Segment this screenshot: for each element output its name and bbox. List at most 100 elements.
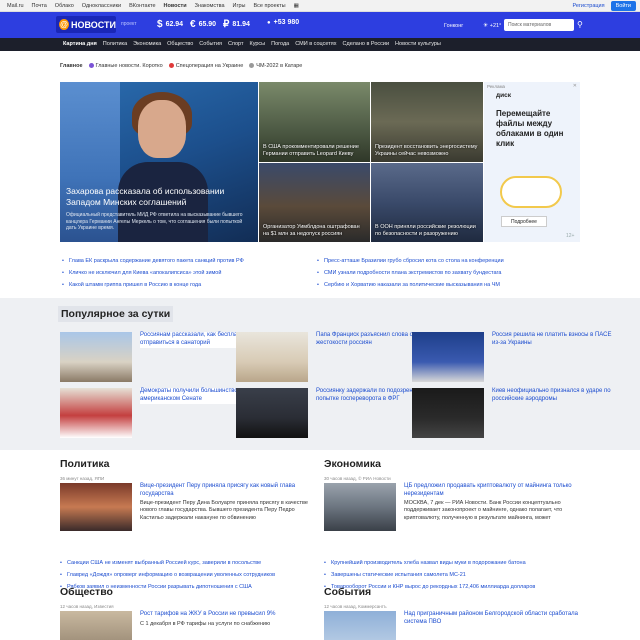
news-link[interactable]: Кличко не исключил для Киева «апокалипси… [62, 267, 244, 279]
topbar-link-mail[interactable]: Почта [32, 3, 47, 9]
nav-economy[interactable]: Экономика [133, 41, 161, 47]
register-link[interactable]: Регистрация [572, 3, 604, 9]
search-icon[interactable]: ⚲ [577, 20, 583, 29]
nav-events[interactable]: События [199, 41, 222, 47]
society-section: Общество 12 часов назад, Известия Рост т… [60, 586, 316, 640]
society-title[interactable]: Общество [60, 586, 316, 598]
society-story[interactable]: Рост тарифов на ЖКУ в России не превысил… [60, 611, 316, 640]
news-tile[interactable]: В ООН приняли российские резолюции по бе… [371, 163, 483, 242]
economy-story[interactable]: ЦБ предложил продавать криптовалюту от м… [324, 483, 580, 543]
news-link[interactable]: СМИ узнали подробности плана экстремисто… [317, 267, 504, 279]
weather[interactable]: Гонконг ☀ +21° [444, 22, 501, 29]
economy-link[interactable]: Завершены статические испытания самолета… [324, 569, 580, 581]
subnav-brief[interactable]: Главные новости. Коротко [88, 63, 163, 69]
trophy-icon [249, 63, 255, 69]
news-link[interactable]: Пресс-атташе Бразилии грубо сбросил кота… [317, 255, 504, 267]
nav-picture-of-day[interactable]: Картина дня [63, 41, 97, 47]
popular-thumb [412, 332, 484, 382]
ad-brand: диск [496, 92, 511, 99]
popular-title: Популярное за сутки [58, 306, 174, 322]
subnav-worldcup[interactable]: ЧМ-2022 в Катаре [249, 63, 302, 69]
news-link[interactable]: Сербию и Хорватию наказали за политическ… [317, 279, 504, 291]
lead-story[interactable]: Захарова рассказала об использовании Зап… [60, 82, 258, 242]
politics-meta: 36 минут назад, ЯПИ [60, 476, 105, 481]
events-story[interactable]: Над приграничным районом Белгородской об… [324, 611, 580, 640]
lead-title: Захарова рассказала об использовании Зап… [66, 186, 225, 208]
events-section: События 12 часов назад, Коммерсантъ Над … [324, 586, 580, 640]
news-links-right: Пресс-атташе Бразилии грубо сбросил кота… [317, 255, 504, 291]
politics-title[interactable]: Политика [60, 458, 316, 470]
login-button[interactable]: Войти [610, 1, 636, 11]
ad-close-icon[interactable]: ✕ [573, 83, 577, 89]
news-tile[interactable]: В США прокомментировали решение Германии… [259, 82, 370, 162]
nav-media-social[interactable]: СМИ в соцсетях [295, 41, 336, 47]
news-tile[interactable]: Организатор Уимблдона оштрафован на $1 м… [259, 163, 370, 242]
politics-story[interactable]: Вице-президент Перу приняла присягу как … [60, 483, 316, 543]
society-meta: 12 часов назад, Известия [60, 604, 114, 609]
nav-society[interactable]: Общество [167, 41, 193, 47]
rate-oil[interactable]: ₽81.94 [223, 19, 250, 30]
sun-icon: ☀ [482, 23, 489, 29]
popular-thumb [60, 332, 132, 382]
topbar-link-mailru[interactable]: Mail.ru [7, 3, 24, 9]
top-bar: Mail.ru Почта Облако Одноклассники ВКонт… [0, 0, 640, 12]
ad-more-button[interactable]: Подробнее [501, 216, 547, 227]
nav-rates[interactable]: Курсы [249, 41, 265, 47]
politics-lead: Вице-президент Перу Дина Болуарте принял… [140, 500, 308, 521]
nav-weather[interactable]: Погода [271, 41, 289, 47]
tile-caption: Президент восстановить энергосистему Укр… [375, 144, 478, 158]
topbar-link-ok[interactable]: Одноклассники [82, 3, 121, 9]
lead-text: Официальный представитель МИД РФ ответил… [66, 212, 243, 231]
society-thumb [60, 611, 132, 640]
rate-bitcoin[interactable]: ● +53 980 [267, 19, 299, 26]
economy-link[interactable]: Крупнейший производитель хлеба назвал ви… [324, 557, 580, 569]
events-meta: 12 часов назад, Коммерсантъ [324, 604, 387, 609]
nav-made-in-russia[interactable]: Сделано в России [343, 41, 390, 47]
popular-thumb [60, 388, 132, 438]
subnav-main[interactable]: Главное [60, 63, 83, 69]
coin-icon: ● [267, 19, 271, 26]
politics-link[interactable]: Санкции США не изменят выбранный Россией… [60, 557, 316, 569]
news-logo[interactable]: @ НОВОСТИ [56, 16, 116, 33]
topbar-link-dating[interactable]: Знакомства [195, 3, 225, 9]
events-headline: Над приграничным районом Белгородской об… [404, 611, 578, 625]
ad-headline: Перемещайте файлы между облаками в один … [496, 109, 564, 148]
topbar-link-vk[interactable]: ВКонтакте [129, 3, 155, 9]
topbar-link-cloud[interactable]: Облако [55, 3, 74, 9]
economy-headline: ЦБ предложил продавать криптовалюту от м… [404, 483, 572, 497]
main-nav: Картина дня Политика Экономика Общество … [0, 38, 640, 51]
lead-photo [138, 100, 186, 158]
brief-icon [88, 63, 94, 69]
rate-eur[interactable]: €65.90 [190, 19, 216, 30]
temperature: +21° [489, 23, 502, 29]
search-input[interactable]: Поиск материалов [504, 19, 574, 31]
ad-age: 12+ [566, 233, 575, 239]
rate-usd[interactable]: $62.94 [157, 19, 183, 30]
tile-caption: В США прокомментировали решение Германии… [263, 144, 359, 158]
economy-title[interactable]: Экономика [324, 458, 580, 470]
ad-label: Реклама [487, 84, 506, 89]
at-logo-icon: @ [59, 19, 69, 30]
topbar-link-games[interactable]: Игры [233, 3, 246, 9]
nav-politics[interactable]: Политика [103, 41, 127, 47]
society-headline: Рост тарифов на ЖКУ в России не превысил… [140, 611, 276, 617]
more-dots-icon[interactable]: ▦ [294, 3, 299, 9]
news-link[interactable]: Глава ЕК раскрыла содержание девятого па… [62, 255, 244, 267]
topbar-link-all-projects[interactable]: Все проекты [254, 3, 286, 9]
economy-lead: МОСКВА, 7 дек — РИА Новости. Банк России… [404, 500, 563, 521]
popular-item[interactable]: Россия решила не платить взносы в ПАСЕ и… [412, 332, 622, 382]
popular-item[interactable]: Киев неофициально признался в ударе по р… [412, 388, 622, 438]
news-tile[interactable]: Президент восстановить энергосистему Укр… [371, 82, 483, 162]
subnav-special-op[interactable]: Спецоперация на Украине [168, 63, 243, 69]
nav-culture[interactable]: Новости культуры [395, 41, 441, 47]
politics-section: Политика 36 минут назад, ЯПИ Вице-презид… [60, 458, 316, 593]
news-link[interactable]: Какой штамм гриппа пришел в Россию в кон… [62, 279, 244, 291]
euro-icon: € [190, 19, 196, 30]
topbar-link-news[interactable]: Новости [164, 3, 187, 9]
dollar-icon: $ [157, 19, 163, 30]
nav-sport[interactable]: Спорт [228, 41, 243, 47]
events-title[interactable]: События [324, 586, 580, 598]
politics-thumb [60, 483, 132, 531]
logo-text: НОВОСТИ [70, 19, 116, 30]
politics-link[interactable]: Главред «Дождя» опроверг информацию о во… [60, 569, 316, 581]
